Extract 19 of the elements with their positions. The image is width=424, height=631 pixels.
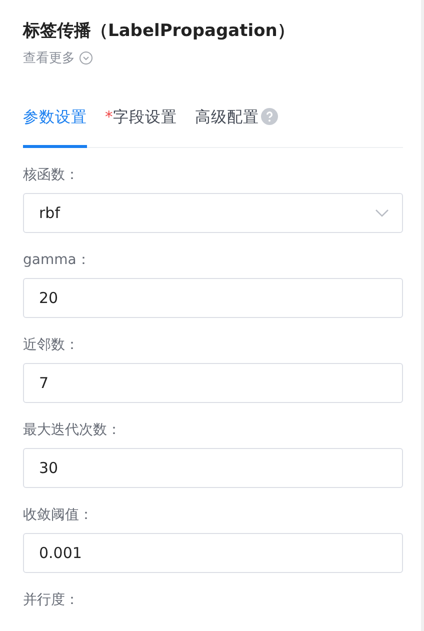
field-label: 核函数： <box>23 166 80 185</box>
field-label: 近邻数： <box>23 336 80 355</box>
tab[interactable]: 高级配置 <box>194 103 278 148</box>
input-field[interactable]: 0.001 <box>23 533 403 573</box>
field-label: 最大迭代次数： <box>23 421 122 440</box>
select-field[interactable]: rbf <box>23 193 403 233</box>
field-label: 并行度： <box>23 591 80 610</box>
caret-icon <box>375 209 389 217</box>
input-field[interactable]: 7 <box>23 363 403 403</box>
chevron-circle-icon[interactable] <box>79 51 93 65</box>
tab[interactable]: 参数设置 <box>23 103 87 148</box>
panel-title: 标签传播（LabelPropagation） <box>23 20 296 43</box>
field-label: gamma： <box>23 251 92 270</box>
field-label: 收敛阈值： <box>23 506 94 525</box>
input-field[interactable]: 20 <box>23 278 403 318</box>
tab[interactable]: *字段设置 <box>105 103 177 148</box>
required-asterisk: * <box>105 107 113 128</box>
help-icon[interactable] <box>260 108 278 125</box>
input-field[interactable]: 30 <box>23 448 403 488</box>
